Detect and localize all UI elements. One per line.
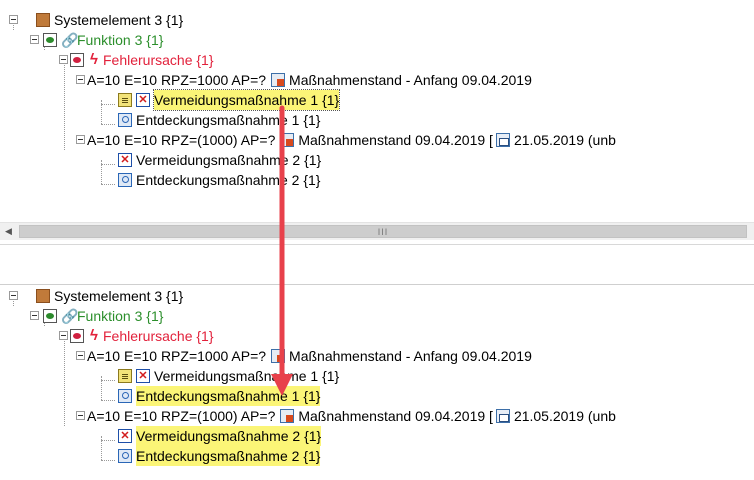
node-label: Entdeckungsmaßnahme 2 {1} [136, 446, 321, 466]
note-icon [118, 93, 132, 107]
node-label: Funktion 3 {1} [77, 32, 164, 48]
collapse-toggle[interactable] [30, 35, 39, 44]
node-label: Vermeidungsmaßnahme 2 {1} [136, 152, 322, 168]
tree-node-rating-1[interactable]: A=10 E=10 RPZ=1000 AP=? Maßnahmenstand -… [87, 346, 532, 366]
top-tree: Systemelement 3 {1} 🔗 Funktion 3 {1} ϟ F… [0, 0, 754, 244]
detection-icon [118, 389, 132, 403]
action-status-icon [271, 349, 286, 363]
note-icon [118, 369, 132, 383]
tree-node-prevention-1[interactable]: ✕ Vermeidungsmaßnahme 1 {1} [118, 89, 341, 111]
collapse-toggle[interactable] [30, 311, 39, 320]
system-element-icon [36, 289, 50, 303]
lightning-icon: ϟ [90, 327, 98, 344]
node-label: Fehlerursache {1} [103, 52, 214, 68]
scrollbar-grip: III [377, 227, 389, 237]
calendar-icon [495, 133, 510, 147]
rating-text: A=10 E=10 RPZ=1000 AP=? [87, 72, 267, 88]
tree-node-prevention-2[interactable]: ✕ Vermeidungsmaßnahme 2 {1} [118, 426, 322, 446]
scrollbar-thumb[interactable]: III [19, 225, 747, 238]
action-status-icon [271, 73, 286, 87]
collapse-toggle[interactable] [76, 411, 85, 420]
prevention-icon: ✕ [118, 153, 132, 167]
date-text: 21.05.2019 (unb [513, 408, 616, 424]
node-label: Funktion 3 {1} [77, 308, 164, 324]
node-label: Systemelement 3 {1} [54, 12, 184, 28]
rating-text: A=10 E=10 RPZ=1000 AP=? [87, 348, 267, 364]
tree-node-rating-1[interactable]: A=10 E=10 RPZ=1000 AP=? Maßnahmenstand -… [87, 70, 532, 90]
failure-type-icon [70, 53, 84, 67]
tree-node-rating-2[interactable]: A=10 E=10 RPZ=(1000) AP=? Maßnahmenstand… [87, 130, 616, 150]
collapse-toggle[interactable] [76, 75, 85, 84]
node-label: Fehlerursache {1} [103, 328, 214, 344]
collapse-toggle[interactable] [76, 351, 85, 360]
panel-divider [0, 244, 754, 245]
tree-node-detection-2[interactable]: Entdeckungsmaßnahme 2 {1} [118, 446, 321, 466]
node-label: Entdeckungsmaßnahme 1 {1} [136, 112, 321, 128]
link-icon: 🔗 [61, 308, 79, 324]
action-status-icon [280, 409, 295, 423]
tree-node-prevention-2[interactable]: ✕ Vermeidungsmaßnahme 2 {1} [118, 150, 321, 170]
rating-text: A=10 E=10 RPZ=(1000) AP=? [87, 408, 276, 424]
node-label: Vermeidungsmaßnahme 1 {1} [152, 89, 341, 111]
lightning-icon: ϟ [90, 51, 98, 68]
tree-node-function[interactable]: 🔗 Funktion 3 {1} [43, 306, 163, 326]
function-type-icon [43, 33, 57, 47]
prevention-icon: ✕ [136, 369, 150, 383]
status-text: Maßnahmenstand 09.04.2019 [ [298, 132, 493, 148]
date-text: 21.05.2019 (unb [513, 132, 616, 148]
node-label: Entdeckungsmaßnahme 2 {1} [136, 172, 321, 188]
function-type-icon [43, 309, 57, 323]
calendar-icon [495, 409, 510, 423]
bottom-tree: Systemelement 3 {1} 🔗 Funktion 3 {1} ϟ F… [0, 276, 754, 480]
tree-node-prevention-1[interactable]: ✕ Vermeidungsmaßnahme 1 {1} [118, 366, 339, 386]
link-icon: 🔗 [61, 32, 79, 48]
prevention-icon: ✕ [118, 429, 132, 443]
node-label: Vermeidungsmaßnahme 2 {1} [136, 426, 322, 446]
collapse-toggle[interactable] [76, 135, 85, 144]
rating-text: A=10 E=10 RPZ=(1000) AP=? [87, 132, 276, 148]
top-tree-panel: Systemelement 3 {1} 🔗 Funktion 3 {1} ϟ F… [0, 0, 754, 244]
collapse-toggle[interactable] [59, 331, 68, 340]
node-label: Vermeidungsmaßnahme 1 {1} [154, 368, 340, 384]
tree-connector [101, 400, 115, 401]
tree-connector [101, 460, 115, 461]
system-element-icon [36, 13, 50, 27]
tree-node-detection-1[interactable]: Entdeckungsmaßnahme 1 {1} [118, 386, 321, 406]
bottom-tree-panel: Systemelement 3 {1} 🔗 Funktion 3 {1} ϟ F… [0, 276, 754, 480]
tree-connector [101, 104, 115, 105]
action-status-icon [280, 133, 295, 147]
tree-node-rating-2[interactable]: A=10 E=10 RPZ=(1000) AP=? Maßnahmenstand… [87, 406, 616, 426]
status-text: Maßnahmenstand - Anfang 09.04.2019 [289, 72, 532, 88]
scroll-left-arrow-icon[interactable]: ◀ [0, 223, 17, 240]
tree-connector [101, 440, 115, 441]
tree-connector [64, 60, 65, 150]
node-label: Entdeckungsmaßnahme 1 {1} [136, 386, 321, 406]
tree-connector [101, 164, 115, 165]
status-text: Maßnahmenstand 09.04.2019 [ [298, 408, 493, 424]
prevention-icon: ✕ [136, 93, 150, 107]
failure-type-icon [70, 329, 84, 343]
tree-node-system[interactable]: Systemelement 3 {1} [36, 10, 183, 30]
collapse-toggle[interactable] [59, 55, 68, 64]
tree-node-system[interactable]: Systemelement 3 {1} [36, 286, 183, 306]
tree-node-detection-1[interactable]: Entdeckungsmaßnahme 1 {1} [118, 110, 320, 130]
node-label: Systemelement 3 {1} [54, 288, 184, 304]
status-text: Maßnahmenstand - Anfang 09.04.2019 [289, 348, 532, 364]
tree-node-cause[interactable]: ϟ Fehlerursache {1} [70, 326, 214, 346]
detection-icon [118, 173, 132, 187]
tree-node-cause[interactable]: ϟ Fehlerursache {1} [70, 50, 214, 70]
tree-connector [64, 336, 65, 426]
tree-node-function[interactable]: 🔗 Funktion 3 {1} [43, 30, 163, 50]
detection-icon [118, 449, 132, 463]
tree-connector [101, 184, 115, 185]
tree-connector [101, 124, 115, 125]
detection-icon [118, 113, 132, 127]
tree-connector [101, 380, 115, 381]
tree-node-detection-2[interactable]: Entdeckungsmaßnahme 2 {1} [118, 170, 320, 190]
collapse-toggle[interactable] [9, 15, 18, 24]
horizontal-scrollbar[interactable]: ◀ III [0, 222, 754, 240]
collapse-toggle[interactable] [9, 291, 18, 300]
